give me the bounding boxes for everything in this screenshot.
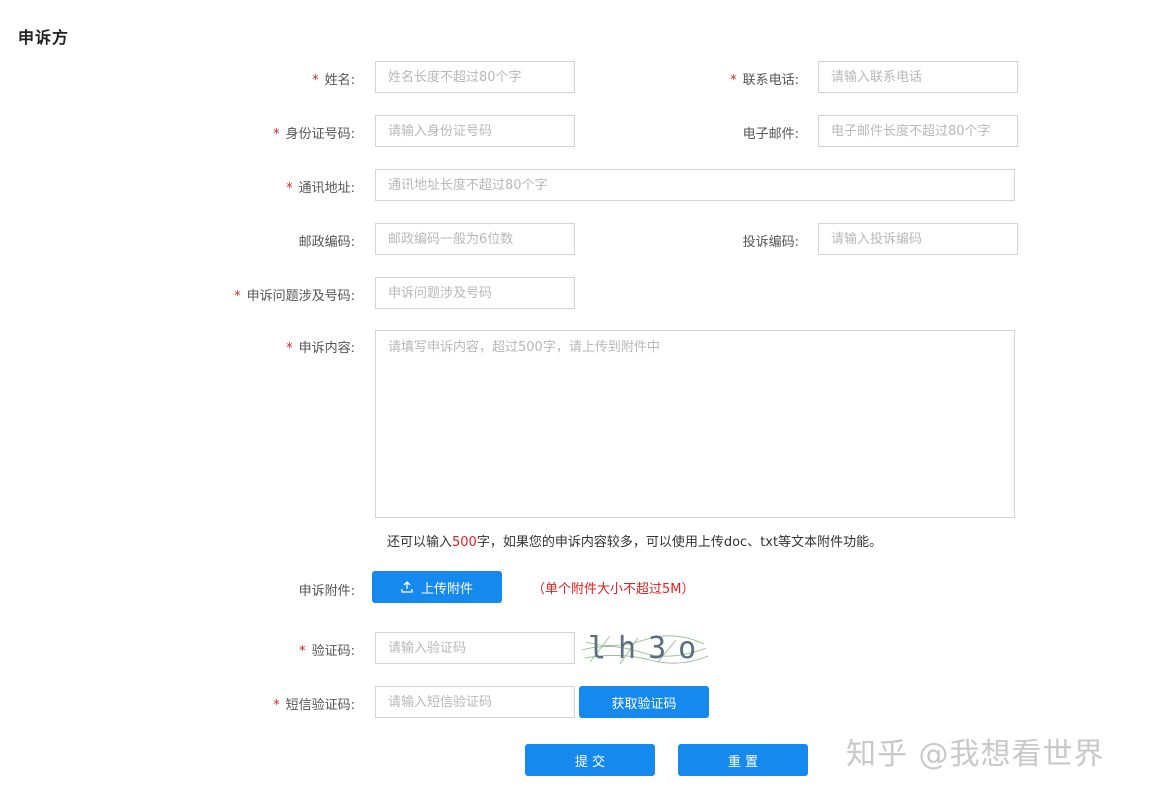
- involved-number-label: * 申诉问题涉及号码:: [234, 289, 355, 304]
- required-mark: *: [286, 181, 293, 196]
- email-label: 电子邮件:: [742, 127, 799, 142]
- name-label: * 姓名:: [312, 73, 355, 88]
- attachment-label: 申诉附件:: [298, 584, 355, 599]
- complaint-code-input[interactable]: [818, 223, 1018, 255]
- postcode-input[interactable]: [375, 223, 575, 255]
- submit-button[interactable]: 提 交: [525, 744, 655, 776]
- id-number-input[interactable]: [375, 115, 575, 147]
- phone-label: * 联系电话:: [730, 73, 799, 88]
- phone-input[interactable]: [818, 61, 1018, 93]
- captcha-char: lh3o: [588, 631, 708, 666]
- captcha-label: * 验证码:: [299, 644, 355, 659]
- sms-code-label: * 短信验证码:: [273, 698, 355, 713]
- section-title: 申诉方: [18, 28, 70, 47]
- upload-button-label: 上传附件: [420, 581, 473, 597]
- involved-number-input[interactable]: [375, 277, 575, 309]
- complaint-code-label: 投诉编码:: [742, 235, 799, 250]
- watermark: 知乎 @我想看世界: [846, 737, 1105, 772]
- address-label: * 通讯地址:: [286, 181, 355, 196]
- captcha-input[interactable]: [375, 632, 575, 664]
- captcha-image[interactable]: lh3o: [580, 628, 710, 668]
- address-input[interactable]: [375, 169, 1015, 201]
- get-code-button[interactable]: 获取验证码: [579, 686, 709, 718]
- reset-button[interactable]: 重 置: [678, 744, 808, 776]
- required-mark: *: [286, 341, 293, 356]
- content-label: * 申诉内容:: [286, 341, 355, 356]
- required-mark: *: [234, 289, 241, 304]
- required-mark: *: [273, 127, 280, 142]
- remaining-count: 500: [452, 535, 477, 550]
- name-input[interactable]: [375, 61, 575, 93]
- id-number-label: * 身份证号码:: [273, 127, 355, 142]
- upload-icon: [401, 581, 413, 593]
- email-input[interactable]: [818, 115, 1018, 147]
- required-mark: *: [312, 73, 319, 88]
- required-mark: *: [730, 73, 737, 88]
- required-mark: *: [273, 698, 280, 713]
- required-mark: *: [299, 644, 306, 659]
- content-textarea[interactable]: [375, 330, 1015, 518]
- content-hint: 还可以输入500字，如果您的申诉内容较多，可以使用上传doc、txt等文本附件功…: [387, 535, 883, 550]
- upload-attachment-button[interactable]: 上传附件: [372, 571, 502, 603]
- postcode-label: 邮政编码:: [298, 235, 355, 250]
- sms-code-input[interactable]: [375, 686, 575, 718]
- attachment-note: （单个附件大小不超过5M）: [532, 582, 695, 597]
